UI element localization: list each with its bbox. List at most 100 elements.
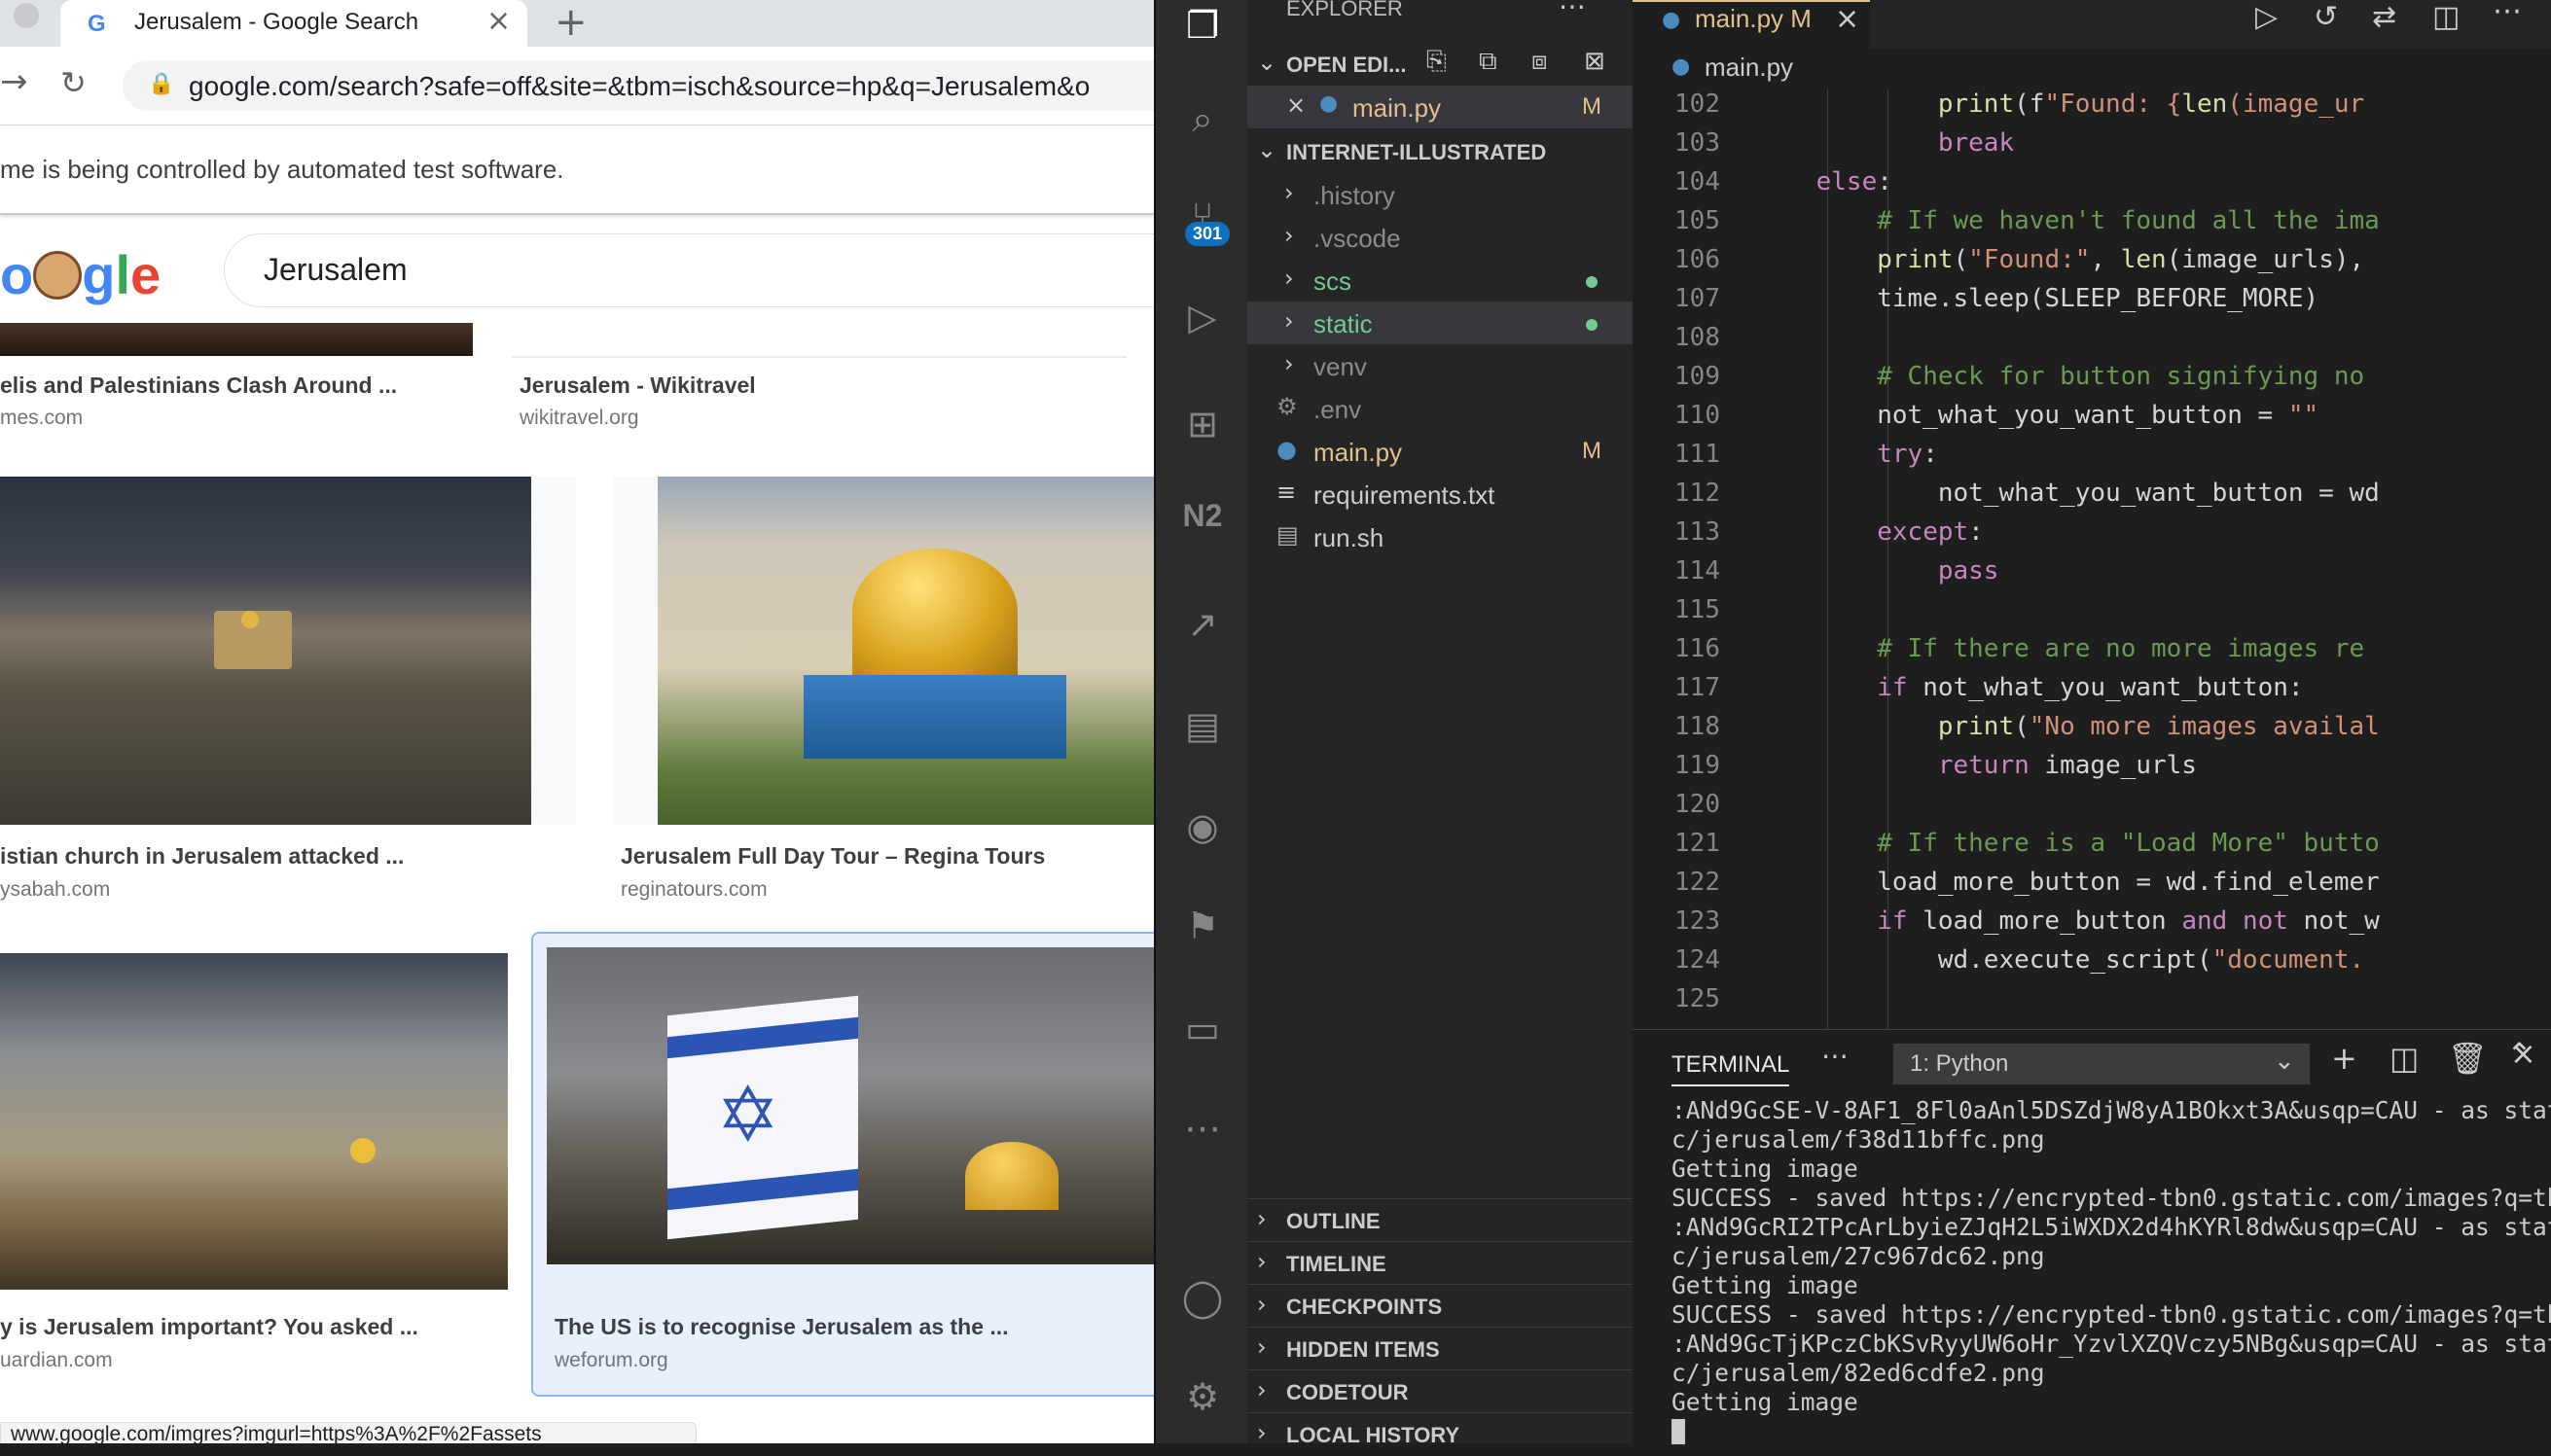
- outline-header[interactable]: › OUTLINE: [1247, 1198, 1633, 1242]
- result-source[interactable]: weforum.org: [555, 1349, 668, 1372]
- live-share-icon[interactable]: ↗: [1177, 599, 1228, 650]
- result-title[interactable]: Jerusalem Full Day Tour – Regina Tours: [621, 843, 1045, 870]
- settings-gear-icon[interactable]: ⚙: [1177, 1371, 1228, 1422]
- chevron-right-icon: ›: [1257, 1419, 1267, 1446]
- run-debug-icon[interactable]: ▷: [1177, 292, 1228, 342]
- result-source[interactable]: wikitravel.org: [520, 407, 639, 430]
- terminal-tab[interactable]: TERMINAL: [1671, 1051, 1790, 1086]
- tree-folder[interactable]: › scs: [1247, 259, 1633, 302]
- notebook-icon[interactable]: N2: [1177, 498, 1228, 549]
- url-text: google.com/search?safe=off&site=&tbm=isc…: [189, 71, 1091, 101]
- link-status-url: www.google.com/imgres?imgurl=https%3A%2F…: [0, 1422, 697, 1443]
- result-title[interactable]: elis and Palestinians Clash Around ...: [0, 373, 397, 399]
- image-thumbnail[interactable]: [512, 323, 1127, 358]
- github-icon[interactable]: ◉: [1177, 801, 1228, 852]
- close-icon[interactable]: ×: [1286, 91, 1306, 119]
- window-control-dot[interactable]: [14, 3, 39, 28]
- line-number: 114: [1674, 556, 1720, 586]
- close-all-icon[interactable]: ⊠: [1584, 47, 1605, 76]
- extensions-icon[interactable]: ⊞: [1177, 399, 1228, 449]
- google-logo[interactable]: o gle: [0, 243, 161, 306]
- split-editor-icon[interactable]: ◫: [2432, 0, 2460, 34]
- code-editor[interactable]: print(f"Found: {len(image_ur break else:…: [1633, 89, 2551, 1029]
- editor-tab[interactable]: ● main.py M ×: [1633, 0, 1870, 51]
- local-history-header[interactable]: › LOCAL HISTORY: [1247, 1412, 1633, 1456]
- timeline-header[interactable]: › TIMELINE: [1247, 1241, 1633, 1285]
- python-file-icon: ●: [1662, 8, 1681, 32]
- image-thumbnail[interactable]: [658, 477, 1154, 825]
- more-actions-icon[interactable]: ⋯: [2493, 0, 2522, 28]
- close-tab-icon[interactable]: ×: [486, 4, 511, 38]
- image-thumbnail[interactable]: ✡: [547, 947, 1154, 1264]
- tree-file[interactable]: ● main.py M: [1247, 430, 1633, 473]
- git-untracked-dot: [1586, 319, 1598, 331]
- split-terminal-icon[interactable]: ◫: [2389, 1040, 2419, 1077]
- address-bar[interactable]: 🔒 google.com/search?safe=off&site=&tbm=i…: [123, 60, 1154, 111]
- result-title[interactable]: y is Jerusalem important? You asked ...: [0, 1314, 418, 1340]
- tree-folder[interactable]: › venv: [1247, 344, 1633, 387]
- reload-icon[interactable]: ↻: [60, 64, 87, 101]
- image-thumbnail[interactable]: [0, 323, 473, 356]
- search-input[interactable]: Jerusalem: [264, 252, 408, 288]
- run-icon[interactable]: ▷: [2255, 0, 2278, 34]
- chevron-down-icon: ⌄: [1257, 136, 1277, 163]
- open-editor-item[interactable]: × ● main.py M: [1247, 86, 1633, 128]
- tree-file[interactable]: ▤ run.sh: [1247, 515, 1633, 558]
- chevron-right-icon: ›: [1284, 222, 1294, 249]
- code-line: pass: [1937, 556, 1999, 586]
- result-title[interactable]: istian church in Jerusalem attacked ...: [0, 843, 404, 870]
- tree-folder[interactable]: › .history: [1247, 173, 1633, 216]
- new-tab-icon[interactable]: +: [555, 0, 588, 45]
- project-header[interactable]: ⌄ INTERNET-ILLUSTRATED: [1247, 130, 1633, 173]
- tree-file[interactable]: ≡ requirements.txt: [1247, 473, 1633, 515]
- close-panel-icon[interactable]: ×: [2510, 1035, 2536, 1072]
- minimap[interactable]: [2442, 97, 2551, 973]
- trash-icon[interactable]: 🗑: [2448, 1040, 2488, 1077]
- tree-folder[interactable]: › static: [1247, 302, 1633, 344]
- line-number: 125: [1674, 984, 1720, 1013]
- more-actions-icon[interactable]: ⋯: [1559, 0, 1586, 22]
- chevron-right-icon: ›: [1257, 1205, 1267, 1232]
- folder-icon[interactable]: ▭: [1177, 1004, 1228, 1054]
- code-line: return image_urls: [1937, 751, 2197, 780]
- breadcrumb-file[interactable]: main.py: [1705, 53, 1793, 83]
- line-number: 121: [1674, 829, 1720, 858]
- result-title[interactable]: The US is to recognise Jerusalem as the …: [555, 1314, 1009, 1340]
- account-icon[interactable]: ◯: [1177, 1272, 1228, 1323]
- code-line: print("No more images availal: [1937, 712, 2380, 741]
- files-icon[interactable]: ❐: [1177, 0, 1228, 51]
- compare-icon[interactable]: ⇄: [2372, 0, 2396, 34]
- open-editors-header[interactable]: ⌄ OPEN EDI... ⎘ ⧉ ⧈ ⊠: [1247, 43, 1633, 86]
- codetour-header[interactable]: › CODETOUR: [1247, 1369, 1633, 1413]
- terminal-select[interactable]: 1: Python ⌄: [1893, 1044, 2310, 1084]
- result-source[interactable]: mes.com: [0, 407, 83, 430]
- terminal-line: Getting image: [1671, 1271, 1858, 1299]
- tree-folder[interactable]: › .vscode: [1247, 216, 1633, 259]
- terminal-cursor: [1671, 1419, 1685, 1444]
- more-actions-icon[interactable]: ⋯: [1821, 1040, 1849, 1072]
- history-icon[interactable]: ↺: [2314, 0, 2338, 34]
- search-box[interactable]: Jerusalem: [224, 233, 1154, 307]
- new-folder-icon[interactable]: ⧉: [1479, 47, 1497, 77]
- checkpoints-header[interactable]: › CHECKPOINTS: [1247, 1284, 1633, 1328]
- new-file-icon[interactable]: ⎘: [1426, 47, 1447, 77]
- browser-tab[interactable]: G Jerusalem - Google Search ×: [60, 0, 527, 47]
- preview-icon[interactable]: ▤: [1177, 700, 1228, 751]
- code-line: print("Found:", len(image_urls),: [1877, 245, 2365, 274]
- result-source[interactable]: uardian.com: [0, 1349, 113, 1372]
- forward-arrow-icon[interactable]: →: [0, 62, 28, 101]
- bookmark-icon[interactable]: ⚑: [1177, 901, 1228, 951]
- tree-file[interactable]: ⚙ .env: [1247, 387, 1633, 430]
- image-thumbnail[interactable]: [0, 953, 508, 1290]
- image-thumbnail[interactable]: [0, 477, 531, 825]
- code-line: break: [1937, 128, 2015, 158]
- new-terminal-icon[interactable]: +: [2331, 1040, 2357, 1077]
- hidden-items-header[interactable]: › HIDDEN ITEMS: [1247, 1327, 1633, 1370]
- close-icon[interactable]: ×: [1835, 2, 1859, 36]
- result-source[interactable]: ysabah.com: [0, 878, 110, 902]
- result-title[interactable]: Jerusalem - Wikitravel: [520, 373, 756, 399]
- save-all-icon[interactable]: ⧈: [1531, 47, 1548, 77]
- result-source[interactable]: reginatours.com: [621, 878, 768, 902]
- more-icon[interactable]: ⋯: [1177, 1103, 1228, 1154]
- search-icon[interactable]: ⌕: [1177, 93, 1228, 144]
